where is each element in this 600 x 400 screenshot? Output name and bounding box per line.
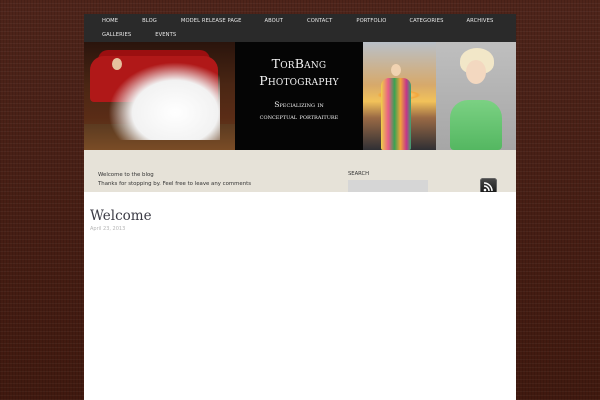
nav-row-1: HOME BLOG MODEL RELEASE PAGE ABOUT CONTA… xyxy=(84,14,493,28)
page-container: HOME BLOG MODEL RELEASE PAGE ABOUT CONTA… xyxy=(84,14,516,400)
site-title-box: TorBang Photography Specializing in conc… xyxy=(235,42,363,150)
nav-about[interactable]: ABOUT xyxy=(264,18,283,24)
info-bar: Welcome to the blog Thanks for stopping … xyxy=(84,150,516,195)
model-head xyxy=(391,64,401,76)
welcome-text: Welcome to the blog Thanks for stopping … xyxy=(98,171,251,189)
header-photo-bride xyxy=(84,42,235,150)
rss-icon xyxy=(483,182,493,192)
header-photo-sunset xyxy=(363,42,436,150)
model-head xyxy=(466,60,486,84)
main-content: Welcome April 23, 2013 xyxy=(84,192,516,400)
post-title[interactable]: Welcome xyxy=(90,208,152,224)
nav-events[interactable]: EVENTS xyxy=(155,32,176,38)
nav-archives[interactable]: ARCHIVES xyxy=(466,18,493,24)
nav-galleries[interactable]: GALLERIES xyxy=(102,32,131,38)
header-banner: TorBang Photography Specializing in conc… xyxy=(84,42,516,150)
post-date: April 23, 2013 xyxy=(90,226,126,232)
nav-blog[interactable]: BLOG xyxy=(142,18,157,24)
nav-portfolio[interactable]: PORTFOLIO xyxy=(356,18,386,24)
wedding-dress xyxy=(108,62,220,140)
site-tagline-line2: conceptual portraiture xyxy=(259,112,339,121)
nav-contact[interactable]: CONTACT xyxy=(307,18,332,24)
site-title-line1: TorBang xyxy=(271,56,327,71)
welcome-line-1: Welcome to the blog xyxy=(98,172,154,178)
search-label: SEARCH xyxy=(348,171,369,177)
green-top xyxy=(450,100,502,150)
nav-categories[interactable]: CATEGORIES xyxy=(409,18,443,24)
site-title-line2: Photography xyxy=(259,73,339,88)
nav-row-2: GALLERIES EVENTS xyxy=(84,28,176,42)
nav-model-release[interactable]: MODEL RELEASE PAGE xyxy=(181,18,242,24)
model-head xyxy=(112,58,122,70)
site-tagline-line1: Specializing in xyxy=(274,100,324,109)
nav-home[interactable]: HOME xyxy=(102,18,118,24)
welcome-line-2: Thanks for stopping by. Feel free to lea… xyxy=(98,181,252,187)
header-photo-portrait xyxy=(436,42,516,150)
colorful-dress xyxy=(381,78,411,150)
main-nav: HOME BLOG MODEL RELEASE PAGE ABOUT CONTA… xyxy=(84,14,516,42)
